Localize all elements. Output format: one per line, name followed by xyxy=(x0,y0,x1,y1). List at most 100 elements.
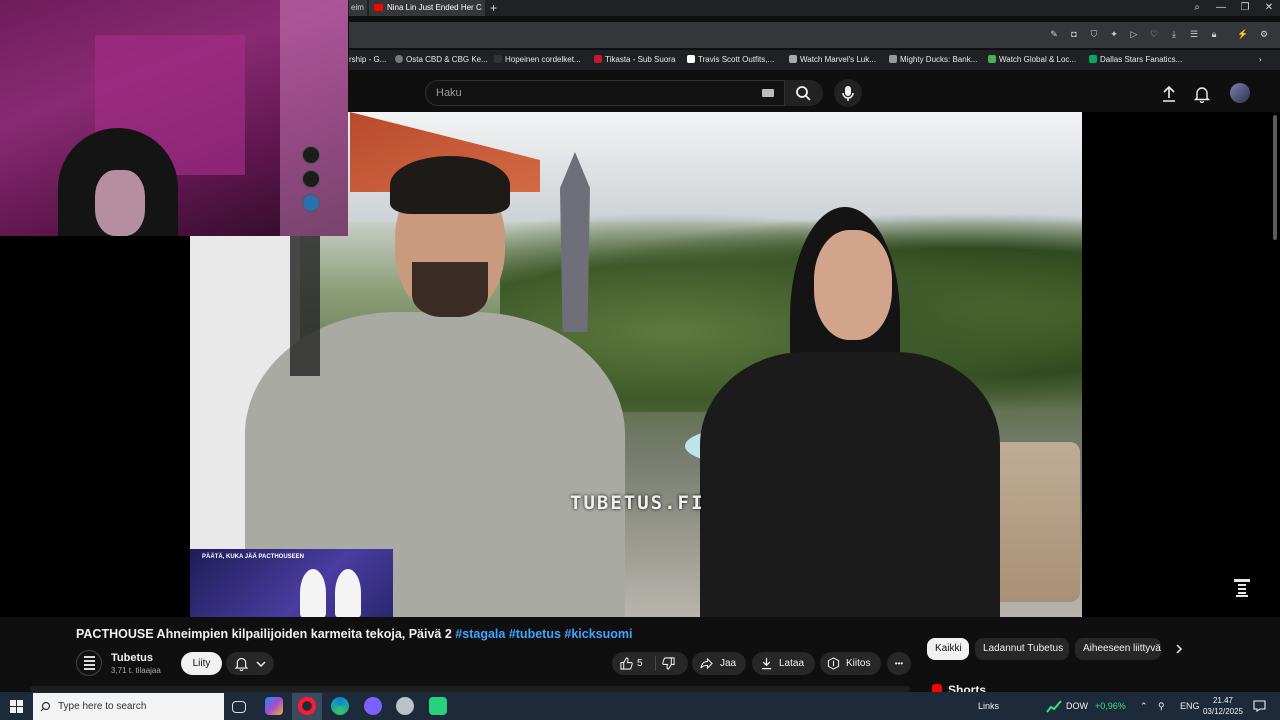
tab-active[interactable]: Nina Lin Just Ended Her C xyxy=(369,0,485,16)
super-thanks-icon xyxy=(827,657,840,670)
like-dislike-group: 5 xyxy=(612,652,688,675)
hashtag-link[interactable]: #kicksuomi xyxy=(564,627,632,641)
sticker-icon xyxy=(302,194,320,212)
bookmark-item[interactable]: Watch Marvel's Luk... xyxy=(789,54,876,66)
more-actions-button[interactable]: ••• xyxy=(887,652,911,675)
download-button[interactable]: Lataa xyxy=(752,652,815,675)
network-icon[interactable]: ⚲ xyxy=(1158,701,1165,712)
hashtag-link[interactable]: #tubetus xyxy=(509,627,561,641)
chip-all[interactable]: Kaikki xyxy=(927,638,969,660)
video-woman-face xyxy=(814,230,892,340)
search-input[interactable]: Haku xyxy=(425,80,785,106)
divider xyxy=(655,656,656,671)
hashtag-link[interactable]: #stagala xyxy=(455,627,505,641)
task-view-icon[interactable] xyxy=(232,701,246,713)
voice-search-button[interactable] xyxy=(834,79,862,107)
chevron-right-icon[interactable]: › xyxy=(1259,54,1262,66)
vertical-scrollbar[interactable] xyxy=(1273,115,1277,240)
links-toolbar[interactable]: Links xyxy=(978,701,999,711)
bell-icon[interactable] xyxy=(1193,85,1211,103)
chip-related[interactable]: Aiheeseen liittyvä xyxy=(1075,638,1161,660)
video-title: PACTHOUSE Ahneimpien kilpailijoiden karm… xyxy=(76,627,633,641)
search-icon xyxy=(40,701,51,712)
discord-icon[interactable] xyxy=(364,697,382,715)
site-icon xyxy=(1089,55,1097,63)
heart-icon[interactable]: ♡ xyxy=(1149,29,1159,39)
stock-name[interactable]: DOW xyxy=(1066,701,1088,711)
bookmark-item[interactable]: Travis Scott Outfits,... xyxy=(687,54,774,66)
extension-icon[interactable]: ✦ xyxy=(1109,29,1119,39)
search-placeholder: Haku xyxy=(436,87,462,99)
thanks-button[interactable]: Kiitos xyxy=(820,652,881,675)
channel-avatar[interactable] xyxy=(76,650,102,676)
thumbs-down-icon[interactable] xyxy=(662,657,675,670)
channel-name[interactable]: Tubetus xyxy=(111,652,153,664)
chevron-right-icon[interactable] xyxy=(1173,643,1185,655)
channel-watermark-icon[interactable] xyxy=(1233,578,1251,598)
tab-previous[interactable]: eim xyxy=(349,0,367,16)
globe-icon xyxy=(395,55,403,63)
download-icon[interactable]: ⤓ xyxy=(1169,29,1179,39)
windows-start-icon[interactable] xyxy=(10,700,23,713)
chevron-up-icon[interactable]: ⌃ xyxy=(1140,701,1148,712)
join-button[interactable]: Liity xyxy=(181,652,222,675)
stream-black-area xyxy=(0,236,190,617)
copilot-icon[interactable] xyxy=(265,697,283,715)
video-end-card[interactable]: PÄÄTÄ, KUKA JÄÄ PACTHOUSEEN xyxy=(190,549,393,617)
subscriber-count: 3,71 t. tilaajaa xyxy=(111,666,161,675)
browser-toolbar: ✎ ◘ ⛉ ✦ ▷ ♡ ⤓ ☰ 🔒︎ ⚡ ⚙ xyxy=(349,22,1280,48)
bookmark-item[interactable]: Osta CBD & CBG Ke... xyxy=(395,54,488,66)
shield-icon[interactable]: ⛉ xyxy=(1089,29,1099,39)
video-watermark: TUBETUS.FI xyxy=(570,492,705,514)
new-tab-button[interactable]: + xyxy=(490,1,497,15)
share-icon xyxy=(700,657,713,670)
language-indicator[interactable]: ENG xyxy=(1180,701,1200,711)
opera-gx-icon[interactable] xyxy=(298,697,316,715)
play-icon[interactable]: ▷ xyxy=(1129,29,1139,39)
bookmark-item[interactable]: Mighty Ducks: Bank... xyxy=(889,54,977,66)
bookmark-item[interactable]: Tikasta - Sub Suora xyxy=(594,54,675,66)
app-icon[interactable] xyxy=(396,697,414,715)
camera-icon[interactable]: ◘ xyxy=(1069,29,1079,39)
avatar[interactable] xyxy=(1230,83,1250,103)
keyboard-icon[interactable] xyxy=(762,89,774,97)
bookmark-item[interactable]: rship - G... xyxy=(349,54,386,66)
minimize-button[interactable]: — xyxy=(1210,0,1232,16)
chip-uploaded-by[interactable]: Ladannut Tubetus xyxy=(975,638,1069,660)
extension-badge-icon[interactable]: ⚡ xyxy=(1237,29,1248,39)
webcam-overlay xyxy=(0,0,348,236)
end-card-caption: PÄÄTÄ, KUKA JÄÄ PACTHOUSEEN xyxy=(202,554,305,560)
microphone-icon xyxy=(842,86,854,101)
bookmark-item[interactable]: Watch Global & Loc... xyxy=(988,54,1076,66)
upload-icon[interactable] xyxy=(1160,85,1178,103)
bookmark-item[interactable]: Hopeinen cordelket... xyxy=(494,54,581,66)
webcam-person-face xyxy=(95,170,145,236)
taskbar-clock[interactable]: 21.47 03/12/2025 xyxy=(1200,695,1246,717)
taskbar-search-input[interactable]: Type here to search xyxy=(33,693,224,720)
site-icon xyxy=(889,55,897,63)
bookmark-item[interactable]: Dallas Stars Fanatics... xyxy=(1089,54,1182,66)
subscription-bell-button[interactable] xyxy=(226,652,274,675)
thumbs-up-icon[interactable] xyxy=(620,657,633,670)
notification-icon[interactable] xyxy=(1253,700,1266,712)
clock-date: 03/12/2025 xyxy=(1202,707,1244,716)
sticker-icon xyxy=(302,170,320,188)
download-icon xyxy=(761,657,772,670)
tab-title: Nina Lin Just Ended Her C xyxy=(387,3,482,12)
kick-icon[interactable] xyxy=(429,697,447,715)
restore-button[interactable]: ❐ xyxy=(1234,0,1256,16)
stock-change: +0,96% xyxy=(1095,701,1126,711)
lock-icon[interactable]: 🔒︎ xyxy=(1209,29,1219,39)
search-button[interactable] xyxy=(785,80,823,106)
site-icon xyxy=(494,55,502,63)
search-tabs-icon[interactable]: ⌕ xyxy=(1186,0,1208,16)
menu-list-icon[interactable]: ☰ xyxy=(1189,29,1199,39)
webcam-side-panel xyxy=(290,236,320,376)
settings-icon[interactable]: ⚙ xyxy=(1259,29,1269,39)
sticker-icon xyxy=(302,146,320,164)
edit-icon[interactable]: ✎ xyxy=(1049,29,1059,39)
bell-icon xyxy=(234,657,249,671)
edge-icon[interactable] xyxy=(331,697,349,715)
share-button[interactable]: Jaa xyxy=(692,652,746,675)
close-window-button[interactable]: ✕ xyxy=(1258,0,1280,16)
